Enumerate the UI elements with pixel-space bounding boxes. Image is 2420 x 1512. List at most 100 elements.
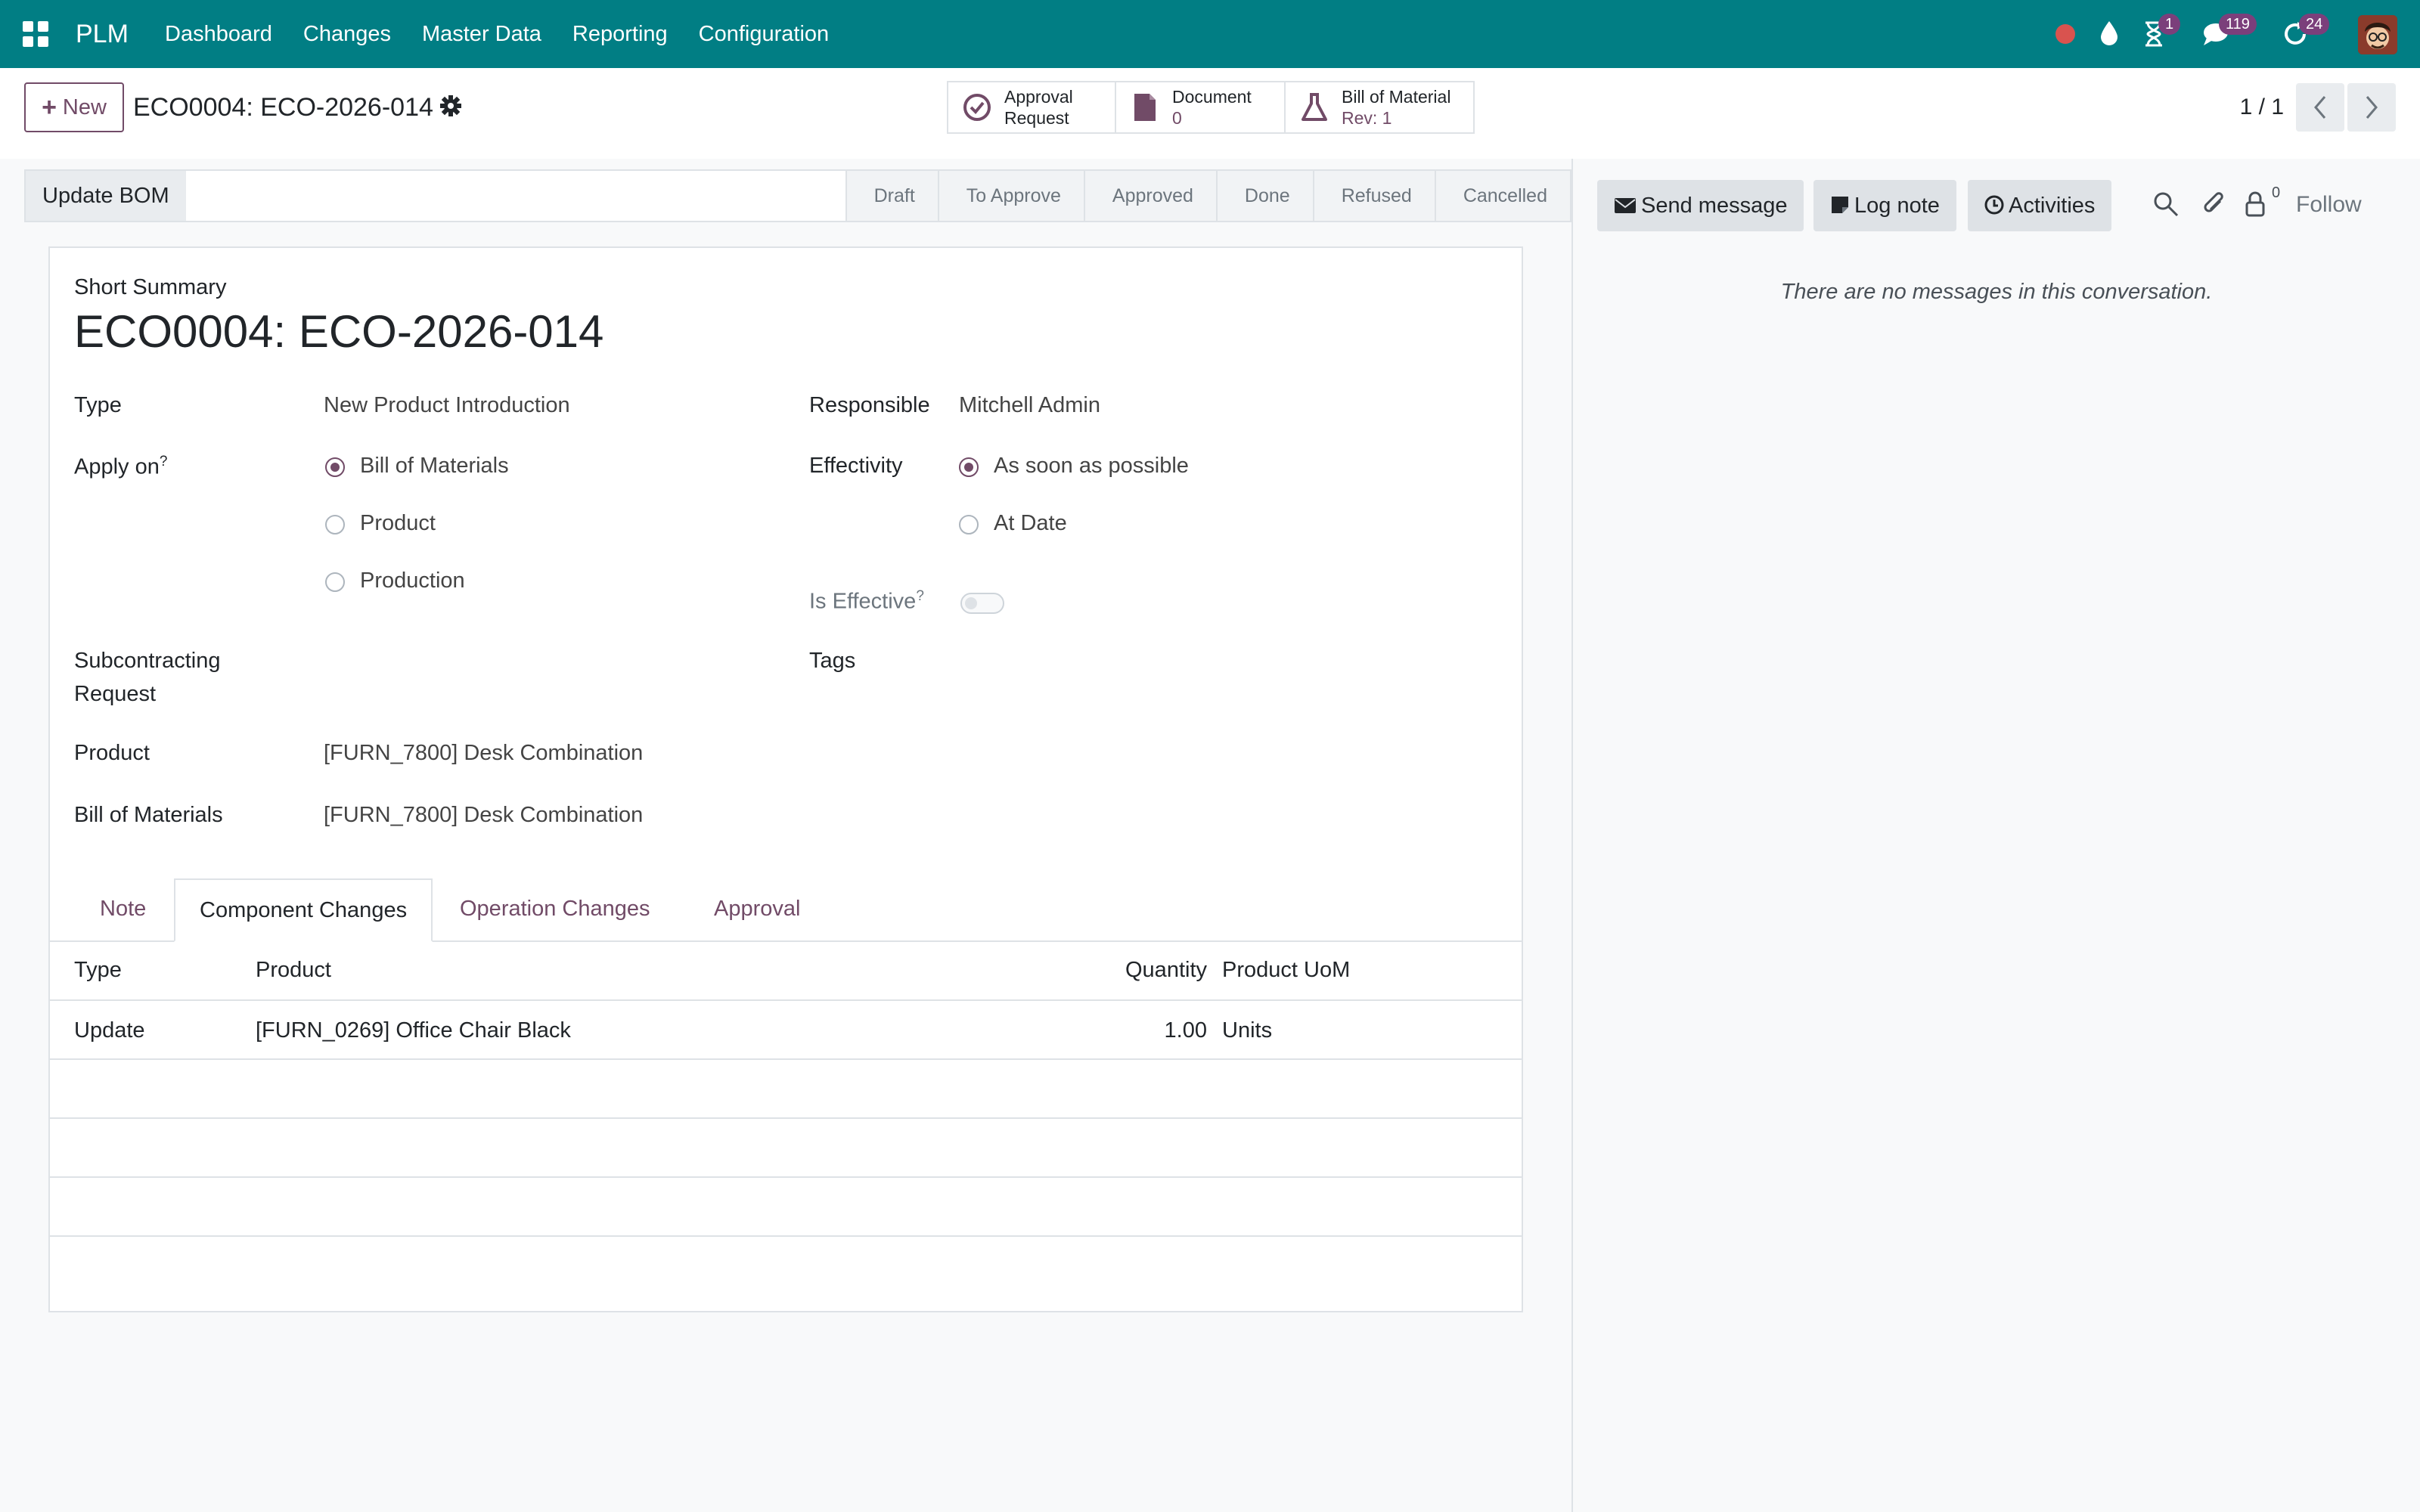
- document-button[interactable]: Document 0: [1116, 81, 1286, 134]
- type-field[interactable]: New Product Introduction: [324, 393, 570, 418]
- stage-pipeline: Draft To Approve Approved Done Refused C…: [845, 171, 1570, 221]
- row-type: Update: [74, 1018, 145, 1043]
- approval-request-line1: Approval: [1004, 87, 1073, 107]
- user-avatar[interactable]: [2358, 15, 2397, 54]
- column-header-quantity[interactable]: Quantity: [1071, 940, 1207, 999]
- row-uom: Units: [1222, 1018, 1273, 1043]
- pager-previous-button[interactable]: [2296, 83, 2344, 132]
- menu-reporting[interactable]: Reporting: [572, 17, 668, 51]
- paperclip-icon[interactable]: [2201, 191, 2228, 218]
- apply-on-production-label[interactable]: Production: [360, 569, 465, 593]
- bom-label: Bill of Materials: [74, 803, 223, 827]
- new-button[interactable]: + New: [24, 82, 124, 132]
- chevron-right-icon: [2366, 96, 2378, 119]
- bom-field[interactable]: [FURN_7800] Desk Combination: [324, 803, 643, 828]
- bill-of-material-button[interactable]: Bill of Material Rev: 1: [1286, 81, 1475, 134]
- is-effective-toggle[interactable]: [960, 593, 1004, 614]
- plus-icon: +: [42, 92, 57, 122]
- stage-refused[interactable]: Refused: [1312, 171, 1435, 221]
- status-bar: Update BOM Draft To Approve Approved Don…: [24, 169, 1571, 222]
- stage-approved[interactable]: Approved: [1083, 171, 1216, 221]
- check-circle-icon: [963, 94, 991, 121]
- followers-count: 0: [2272, 184, 2281, 201]
- activity-badge: 1: [2158, 14, 2181, 35]
- tab-approval[interactable]: Approval: [690, 878, 824, 939]
- product-label: Product: [74, 741, 150, 765]
- effectivity-at-date-radio[interactable]: [959, 515, 979, 534]
- menu-changes[interactable]: Changes: [303, 17, 391, 51]
- column-header-product[interactable]: Product: [256, 940, 331, 999]
- note-icon: [1832, 197, 1848, 213]
- column-header-uom[interactable]: Product UoM: [1222, 940, 1350, 999]
- updates-badge: 24: [2299, 14, 2330, 35]
- gear-icon[interactable]: [439, 94, 463, 118]
- breadcrumb-record-title: ECO0004: ECO-2026-014: [133, 93, 433, 122]
- help-tooltip-icon[interactable]: ?: [916, 588, 924, 604]
- apply-on-product-label[interactable]: Product: [360, 511, 436, 536]
- menu-master-data[interactable]: Master Data: [422, 17, 541, 51]
- app-menu-icon[interactable]: [23, 21, 48, 47]
- form-sheet: Short Summary ECO0004: ECO-2026-014 Type…: [48, 246, 1523, 1312]
- apply-on-product-radio[interactable]: [325, 515, 345, 534]
- document-count: 0: [1172, 108, 1182, 128]
- top-navbar: PLM Dashboard Changes Master Data Report…: [0, 0, 2420, 68]
- lock-icon[interactable]: [2242, 191, 2269, 218]
- stage-done[interactable]: Done: [1215, 171, 1313, 221]
- main-menu: Dashboard Changes Master Data Reporting …: [165, 17, 860, 51]
- apply-on-bom-radio[interactable]: [325, 457, 345, 477]
- apply-on-production-radio[interactable]: [325, 572, 345, 592]
- tab-note[interactable]: Note: [76, 878, 170, 939]
- update-bom-button[interactable]: Update BOM: [26, 171, 186, 221]
- empty-table-row: [50, 1176, 1522, 1237]
- send-message-button[interactable]: Send message: [1597, 180, 1804, 231]
- stage-cancelled[interactable]: Cancelled: [1434, 171, 1570, 221]
- drop-icon[interactable]: [2099, 20, 2119, 47]
- empty-table-row: [50, 1058, 1522, 1119]
- effectivity-asap-radio[interactable]: [959, 457, 979, 477]
- effectivity-asap-label[interactable]: As soon as possible: [994, 454, 1189, 479]
- apply-on-label-text: Apply on: [74, 454, 160, 479]
- row-quantity: 1.00: [1164, 1018, 1207, 1043]
- apply-on-bom-label[interactable]: Bill of Materials: [360, 454, 509, 479]
- approval-request-line2: Request: [1004, 108, 1069, 128]
- approval-request-button[interactable]: Approval Request: [947, 81, 1116, 134]
- short-summary-label: Short Summary: [74, 275, 227, 299]
- activities-button[interactable]: Activities: [1968, 180, 2112, 231]
- recording-dot-icon[interactable]: [2055, 24, 2075, 44]
- file-icon: [1134, 94, 1156, 121]
- tab-component-changes[interactable]: Component Changes: [174, 878, 433, 942]
- responsible-label: Responsible: [809, 393, 930, 417]
- column-header-type[interactable]: Type: [74, 940, 122, 999]
- pager-value[interactable]: 1 / 1: [2240, 89, 2284, 125]
- flask-icon: [1302, 93, 1327, 121]
- new-button-label: New: [62, 94, 107, 119]
- app-brand[interactable]: PLM: [76, 17, 129, 51]
- subcontracting-request-label: Subcontracting Request: [74, 644, 220, 711]
- product-field[interactable]: [FURN_7800] Desk Combination: [324, 741, 643, 766]
- record-name-field[interactable]: ECO0004: ECO-2026-014: [74, 305, 603, 358]
- log-note-label: Log note: [1854, 194, 1940, 218]
- log-note-button[interactable]: Log note: [1813, 180, 1956, 231]
- effectivity-at-date-label[interactable]: At Date: [994, 511, 1067, 536]
- empty-conversation-text: There are no messages in this conversati…: [1780, 280, 2213, 304]
- notebook-tabs: Note Component Changes Operation Changes…: [50, 878, 1522, 942]
- stage-to-approve[interactable]: To Approve: [937, 171, 1084, 221]
- search-icon[interactable]: [2152, 191, 2180, 218]
- stage-draft[interactable]: Draft: [845, 171, 938, 221]
- responsible-field[interactable]: Mitchell Admin: [959, 393, 1100, 418]
- follow-button[interactable]: Follow: [2296, 192, 2362, 218]
- help-tooltip-icon[interactable]: ?: [160, 454, 168, 469]
- bill-of-material-label: Bill of Material: [1342, 87, 1451, 107]
- clock-icon: [1984, 195, 2004, 215]
- table-row[interactable]: Update [FURN_0269] Office Chair Black 1.…: [50, 999, 1522, 1060]
- is-effective-label-text: Is Effective: [809, 589, 917, 614]
- type-label: Type: [74, 393, 122, 417]
- tags-label: Tags: [809, 649, 856, 673]
- is-effective-label: Is Effective?: [809, 588, 924, 615]
- messages-badge: 119: [2219, 14, 2257, 35]
- menu-dashboard[interactable]: Dashboard: [165, 17, 272, 51]
- menu-configuration[interactable]: Configuration: [699, 17, 830, 51]
- tab-operation-changes[interactable]: Operation Changes: [436, 878, 675, 939]
- smart-buttons: Approval Request Document 0 Bill of Materi…: [947, 81, 1475, 134]
- pager-next-button[interactable]: [2347, 83, 2396, 132]
